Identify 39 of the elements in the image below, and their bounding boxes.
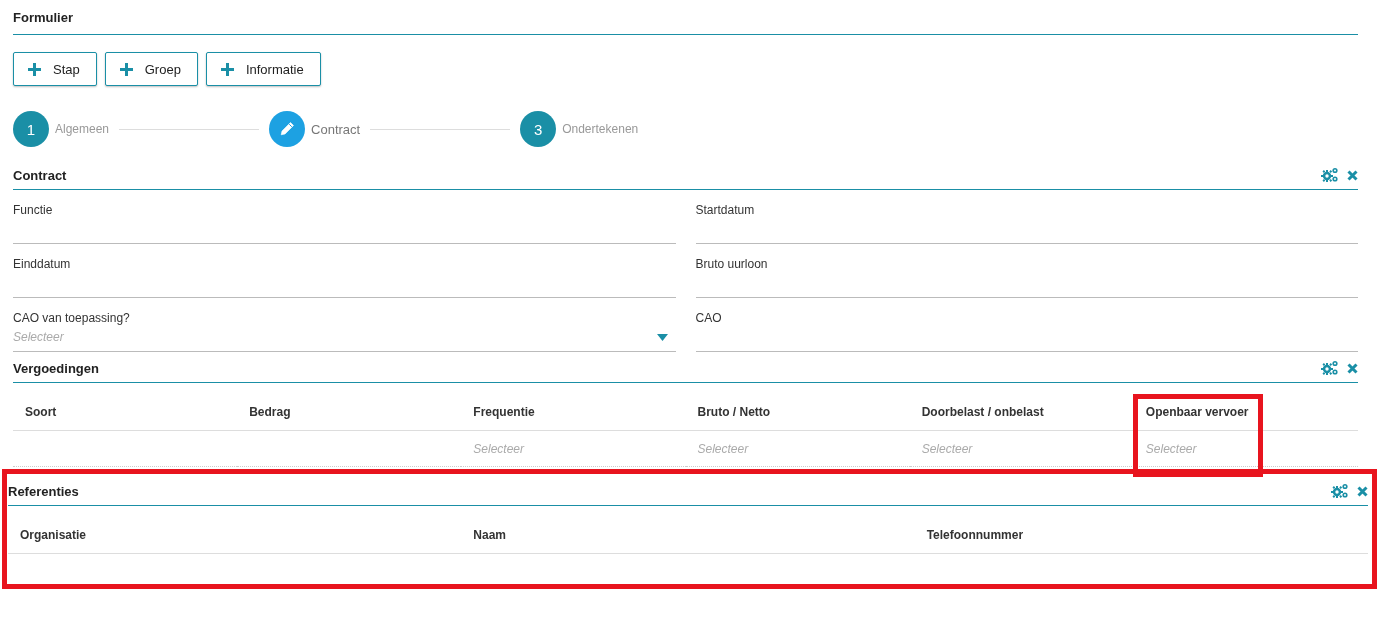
step-label: Contract (311, 121, 361, 137)
form-field[interactable]: Einddatum (13, 244, 676, 298)
add-button[interactable]: Informatie (205, 52, 321, 86)
settings-icon[interactable] (1331, 483, 1349, 499)
settings-icon[interactable] (1321, 167, 1339, 183)
close-icon[interactable] (1347, 362, 1358, 374)
close-icon[interactable] (1357, 485, 1368, 497)
add-button[interactable]: Groep (104, 52, 198, 86)
settings-icon[interactable] (1321, 360, 1339, 376)
step-circle[interactable]: 3 (520, 111, 557, 147)
column-header: Bruto / Netto (697, 405, 771, 419)
form-title: Formulier (13, 9, 73, 25)
step-label: Ondertekenen (562, 122, 639, 136)
section-title: Vergoedingen (13, 360, 99, 376)
step-label: Algemeen (55, 122, 110, 136)
pencil-icon (279, 121, 296, 137)
column-header: Organisatie (20, 528, 87, 542)
column-header: Telefoonnummer (926, 528, 1024, 542)
close-icon[interactable] (1347, 169, 1358, 181)
add-button[interactable]: Stap (13, 52, 97, 86)
column-header: Doorbelast / onbelast (921, 405, 1044, 419)
step-circle[interactable]: 1 (13, 111, 49, 147)
dropdown-caret-icon (656, 333, 668, 341)
form-field[interactable]: CAO van toepassing? Selecteer (13, 298, 676, 352)
plus-icon (28, 62, 41, 76)
column-header: Frequentie (473, 405, 535, 419)
section-title: Contract (13, 167, 67, 183)
plus-icon (119, 62, 133, 76)
section-title: Referenties (8, 483, 79, 499)
column-header: Openbaar vervoer (1145, 405, 1249, 419)
form-field[interactable]: CAO (695, 298, 1358, 352)
step-circle[interactable] (269, 111, 306, 147)
form-field[interactable]: Functie (13, 190, 676, 244)
form-field[interactable]: Startdatum (695, 190, 1358, 244)
column-header: Soort (25, 405, 57, 419)
column-header: Bedrag (249, 405, 291, 419)
column-header: Naam (473, 528, 506, 542)
form-field[interactable]: Bruto uurloon (695, 244, 1358, 298)
plus-icon (220, 62, 234, 76)
